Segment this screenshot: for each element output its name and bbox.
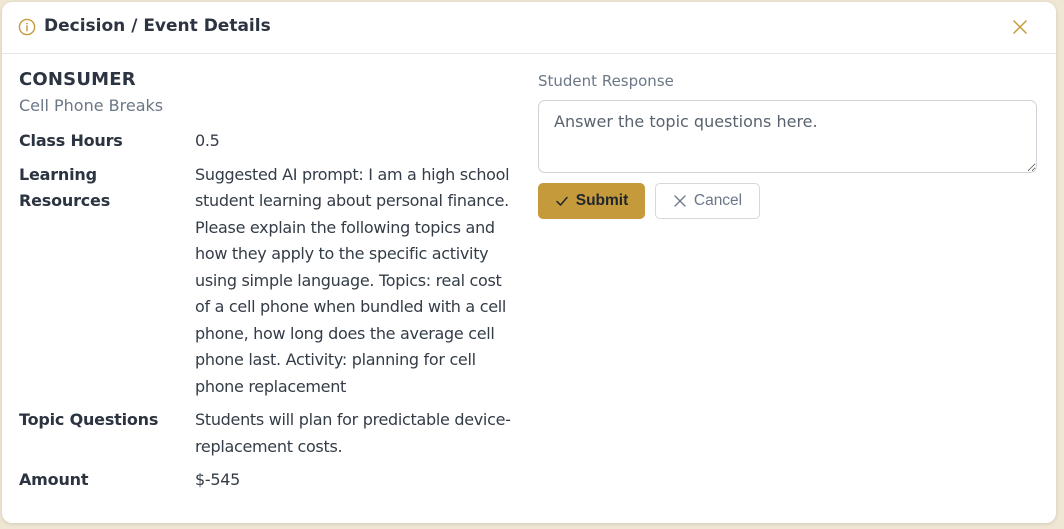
detail-row-class-hours: Class Hours 0.5: [19, 128, 519, 155]
dialog-title: Decision / Event Details: [44, 16, 271, 36]
dialog-header: Decision / Event Details: [2, 2, 1056, 54]
submit-label: Submit: [575, 192, 629, 209]
check-icon: [555, 196, 568, 206]
detail-value: $-545: [195, 470, 240, 489]
detail-value: Students will plan for predictable devic…: [195, 410, 511, 456]
detail-row-topic-questions: Topic Questions Students will plan for p…: [19, 407, 519, 460]
student-response-input[interactable]: [538, 100, 1037, 173]
event-category: CONSUMER: [19, 69, 136, 90]
info-icon: [18, 18, 36, 36]
detail-label: Topic Questions: [19, 410, 159, 429]
submit-button[interactable]: Submit: [538, 183, 645, 219]
detail-row-amount: Amount $-545: [19, 467, 519, 494]
detail-row-learning-resources: Learning Resources Suggested AI prompt: …: [19, 162, 519, 401]
decision-event-dialog: Decision / Event Details CONSUMER Cell P…: [2, 2, 1056, 523]
detail-value: Suggested AI prompt: I am a high school …: [195, 164, 510, 396]
student-response-label: Student Response: [538, 72, 674, 90]
detail-value: 0.5: [195, 131, 220, 150]
event-details-panel: CONSUMER Cell Phone Breaks Class Hours 0…: [19, 68, 519, 494]
detail-label: Learning Resources: [19, 164, 111, 211]
student-response-panel: Student Response Submit Cancel: [538, 70, 1038, 219]
event-name: Cell Phone Breaks: [19, 96, 164, 115]
detail-label: Amount: [19, 470, 89, 489]
response-actions: Submit Cancel: [538, 183, 1038, 219]
x-icon: [674, 195, 686, 207]
cancel-button[interactable]: Cancel: [655, 183, 760, 219]
cancel-label: Cancel: [693, 192, 743, 209]
close-icon[interactable]: [1010, 17, 1030, 37]
detail-label: Class Hours: [19, 131, 123, 150]
